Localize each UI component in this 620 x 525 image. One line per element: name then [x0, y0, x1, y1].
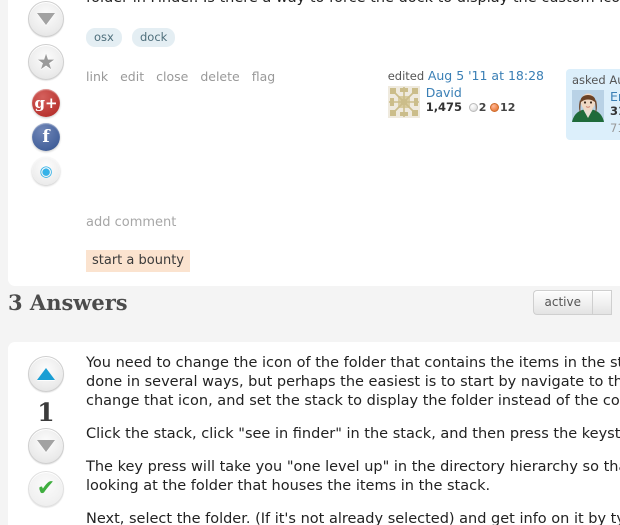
- editor-date-link[interactable]: Aug 5 '11 at 18:28: [428, 68, 544, 83]
- answer-upvote-button[interactable]: [28, 356, 64, 392]
- editor-signature: edited Aug 5 '11 at 18:28 David 1,475 2 …: [387, 68, 556, 140]
- editor-user: David 1,475 2 12: [387, 86, 556, 118]
- triangle-down-icon: [37, 440, 55, 453]
- answer-body: You need to change the icon of the folde…: [72, 354, 620, 525]
- tab-active[interactable]: active: [532, 290, 592, 315]
- owner-action-label: asked: [572, 73, 606, 87]
- tag-dock[interactable]: dock: [131, 28, 176, 47]
- post-signatures: edited Aug 5 '11 at 18:28 David 1,475 2 …: [368, 69, 620, 140]
- tab-oldest-partial[interactable]: [592, 290, 612, 315]
- tag-osx[interactable]: osx: [86, 28, 122, 47]
- answer-p1-line-2: done in several ways, but perhaps the ea…: [86, 374, 620, 390]
- question-downvote-button[interactable]: [28, 1, 64, 38]
- question-text: dock is the icon of the first app in the…: [86, 0, 620, 8]
- question-card: 1 ★ g+ f ◉ dock is the ic: [8, 0, 620, 287]
- add-comment-button[interactable]: add comment: [86, 215, 620, 230]
- answer-paragraph-3: The key press will take you "one level u…: [86, 458, 620, 496]
- editor-action-label: edited: [387, 69, 425, 83]
- editor-silver-count: 2: [478, 101, 487, 114]
- gravatar-identicon[interactable]: [387, 86, 420, 118]
- answer-card: 1 ✔ You need to change the icon of the f…: [8, 342, 620, 525]
- tag-list: osx dock: [86, 28, 620, 47]
- owner-date[interactable]: Aug 5 '11: [609, 73, 620, 87]
- answer-p3-line-1: The key press will take you "one level u…: [86, 459, 620, 475]
- answer-score: 1: [37, 398, 55, 427]
- accepted-answer-indicator[interactable]: ✔: [28, 471, 64, 508]
- owner-info: EmmyS 317 1 71% acce: [610, 90, 620, 136]
- question-body: dock is the icon of the first app in the…: [72, 0, 620, 140]
- star-icon: ★: [36, 49, 56, 74]
- editor-reputation: 1,475: [425, 100, 463, 114]
- owner-accept-rate: 71% acce: [610, 121, 620, 135]
- owner-signature: asked Aug 5 '11: [566, 69, 620, 140]
- answer-row: 1 ✔ You need to change the icon of the f…: [20, 354, 620, 525]
- twitter-icon: ◉: [39, 162, 53, 181]
- close-action[interactable]: close: [156, 69, 188, 84]
- answer-paragraph-2: Click the stack, click "see in finder" i…: [86, 425, 620, 444]
- answer-vote-cell: 1 ✔: [20, 354, 72, 514]
- flag-action[interactable]: flag: [252, 69, 275, 84]
- delete-action[interactable]: delete: [200, 69, 239, 84]
- answers-count-heading: 3 Answers: [8, 290, 128, 315]
- owner-timestamp: asked Aug 5 '11: [572, 73, 620, 87]
- question-line-2: folder in Finder. Is there a way to forc…: [86, 0, 620, 8]
- editor-info: David 1,475 2 12: [426, 86, 516, 118]
- question-favorite-button[interactable]: ★: [28, 44, 64, 81]
- answer-paragraph-4: Next, select the folder. (If it's not al…: [86, 510, 620, 525]
- answer-p4-line-1: Next, select the folder. (If it's not al…: [86, 511, 620, 525]
- stackexchange-question-page: 1 ★ g+ f ◉ dock is the ic: [0, 0, 620, 525]
- edit-action[interactable]: edit: [120, 69, 144, 84]
- question-row: 1 ★ g+ f ◉ dock is the ic: [20, 0, 620, 191]
- facebook-icon: f: [42, 127, 50, 148]
- silver-badge-icon: [468, 103, 478, 112]
- answer-p1-line-1: You need to change the icon of the folde…: [86, 355, 620, 371]
- editor-timestamp: edited Aug 5 '11 at 18:28: [387, 68, 556, 84]
- question-post-menu: link edit close delete flag edited Aug 5…: [86, 69, 620, 140]
- answer-downvote-button[interactable]: [28, 428, 64, 465]
- facebook-share-button[interactable]: f: [32, 123, 60, 152]
- start-bounty-button[interactable]: start a bounty: [86, 250, 190, 273]
- triangle-up-icon: [37, 368, 55, 380]
- answer-p1-line-3: change that icon, and set the stack to d…: [86, 393, 620, 409]
- triangle-down-icon: [37, 13, 55, 26]
- answers-header: 3 Answers active: [8, 290, 612, 315]
- question-vote-cell: 1 ★ g+ f ◉: [20, 0, 72, 191]
- answer-p3-line-2: looking at the folder that houses the it…: [86, 478, 491, 494]
- google-plus-icon: g+: [34, 94, 58, 113]
- answer-paragraph-1: You need to change the icon of the folde…: [86, 354, 620, 411]
- answer-p2-line-1: Click the stack, click "see in finder" i…: [86, 426, 620, 442]
- owner-user: EmmyS 317 1 71% acce: [572, 90, 620, 135]
- checkmark-icon: ✔: [36, 476, 56, 502]
- owner-reputation: 317: [610, 104, 620, 118]
- bronze-badge-icon: [490, 103, 500, 112]
- user-avatar-photo[interactable]: [572, 90, 604, 122]
- answer-sort-tabs: active: [532, 290, 612, 315]
- editor-bronze-count: 12: [500, 101, 516, 114]
- link-action[interactable]: link: [86, 69, 108, 84]
- editor-username[interactable]: David: [426, 86, 504, 100]
- google-plus-share-button[interactable]: g+: [32, 89, 60, 118]
- twitter-share-button[interactable]: ◉: [32, 157, 60, 186]
- editor-badges: 2 12: [468, 100, 516, 115]
- owner-username[interactable]: EmmyS: [610, 90, 620, 104]
